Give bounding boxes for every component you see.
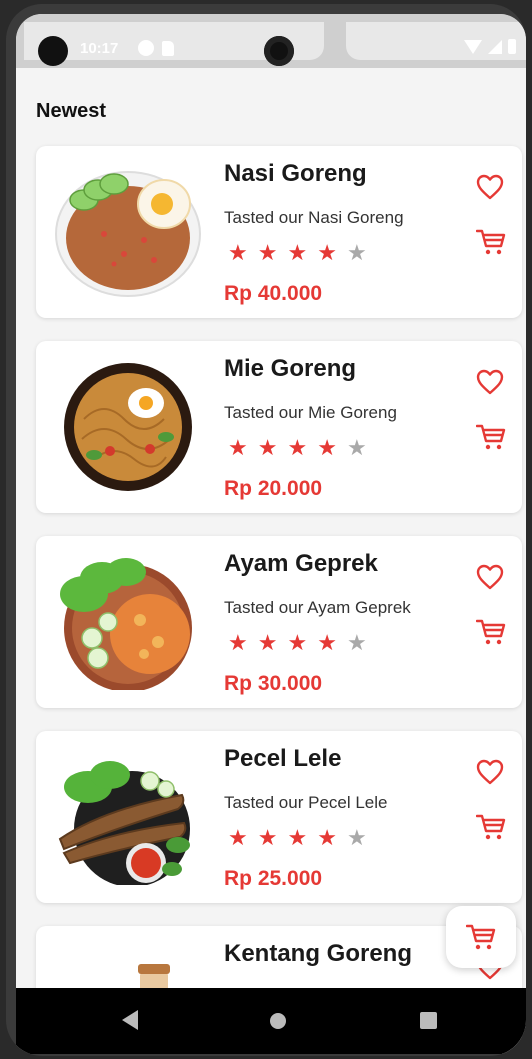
recents-button[interactable] [420, 1012, 437, 1029]
signal-icon [488, 39, 502, 54]
food-name: Kentang Goreng [224, 940, 413, 967]
heart-outline-icon [476, 174, 504, 200]
star-icon: ★ [228, 825, 248, 850]
food-image [55, 171, 201, 297]
heart-outline-icon [476, 564, 504, 590]
favorite-button[interactable] [476, 759, 504, 785]
wifi-icon [464, 39, 482, 54]
shopping-cart-icon [475, 229, 506, 255]
food-price: Rp 25.000 [224, 867, 323, 890]
phone-frame: 10:17 Newest Nasi Goreng Tasted our Nasi … [6, 4, 526, 1056]
favorite-button[interactable] [476, 174, 504, 200]
back-button[interactable] [120, 1008, 140, 1032]
shopping-cart-icon [466, 924, 496, 950]
food-name: Ayam Geprek [224, 550, 378, 577]
camera-cutout-left [38, 36, 68, 66]
food-card[interactable]: Nasi Goreng Tasted our Nasi Goreng ★ ★ ★ ★ ★ Rp… [36, 146, 522, 318]
cart-fab-button[interactable] [446, 906, 516, 968]
notification-icon [138, 40, 154, 56]
battery-icon [508, 39, 516, 54]
food-card[interactable]: Mie Goreng Tasted our Mie Goreng ★ ★ ★ ★ ★ Rp 2… [36, 341, 522, 513]
star-icon: ★ [317, 630, 337, 655]
app-screen: 10:17 Newest Nasi Goreng Tasted our Nasi … [16, 14, 526, 1054]
front-camera [264, 36, 294, 66]
star-icon: ★ [257, 240, 278, 265]
food-description: Tasted our Mie Goreng [224, 403, 397, 422]
rating-stars: ★ ★ ★ ★ ★ [228, 632, 367, 654]
food-name: Nasi Goreng [224, 160, 367, 187]
add-to-cart-button[interactable] [475, 228, 506, 256]
star-icon: ★ [317, 435, 337, 460]
food-description: Tasted our Nasi Goreng [224, 208, 404, 227]
system-navigation-bar [16, 988, 526, 1054]
star-icon: ★ [287, 825, 308, 850]
food-image [64, 363, 192, 491]
shopping-cart-icon [475, 424, 506, 450]
food-price: Rp 20.000 [224, 477, 323, 500]
food-name: Mie Goreng [224, 355, 357, 382]
shopping-cart-icon [475, 814, 506, 840]
home-button[interactable] [270, 1013, 286, 1029]
status-time: 10:17 [80, 40, 119, 57]
heart-outline-icon [476, 759, 504, 785]
star-icon: ★ [257, 630, 278, 655]
sd-card-icon [162, 41, 174, 56]
star-icon: ★ [346, 240, 367, 265]
status-bar: 10:17 [16, 14, 526, 68]
food-name: Pecel Lele [224, 745, 342, 772]
shopping-cart-icon [475, 619, 506, 645]
food-card[interactable]: Ayam Geprek Tasted our Ayam Geprek ★ ★ ★ ★ ★ Rp… [36, 536, 522, 708]
star-icon: ★ [346, 825, 367, 850]
favorite-button[interactable] [476, 369, 504, 395]
food-description: Tasted our Ayam Geprek [224, 598, 411, 617]
section-title: Newest [36, 100, 107, 122]
food-image [60, 558, 192, 690]
star-icon: ★ [287, 435, 308, 460]
food-price: Rp 40.000 [224, 282, 323, 305]
star-icon: ★ [228, 435, 248, 460]
add-to-cart-button[interactable] [475, 423, 506, 451]
add-to-cart-button[interactable] [475, 813, 506, 841]
star-icon: ★ [257, 435, 278, 460]
rating-stars: ★ ★ ★ ★ ★ [228, 242, 367, 264]
food-image [58, 761, 190, 885]
food-description: Tasted our Pecel Lele [224, 793, 388, 812]
rating-stars: ★ ★ ★ ★ ★ [228, 437, 367, 459]
star-icon: ★ [346, 435, 367, 460]
add-to-cart-button[interactable] [475, 618, 506, 646]
star-icon: ★ [346, 630, 367, 655]
star-icon: ★ [317, 825, 337, 850]
food-card[interactable]: Pecel Lele Tasted our Pecel Lele ★ ★ ★ ★ ★ Rp 2… [36, 731, 522, 903]
heart-outline-icon [476, 369, 504, 395]
star-icon: ★ [228, 630, 248, 655]
star-icon: ★ [257, 825, 278, 850]
star-icon: ★ [287, 630, 308, 655]
star-icon: ★ [287, 240, 308, 265]
food-price: Rp 30.000 [224, 672, 323, 695]
system-indicators [464, 39, 516, 54]
star-icon: ★ [317, 240, 337, 265]
rating-stars: ★ ★ ★ ★ ★ [228, 827, 367, 849]
favorite-button[interactable] [476, 564, 504, 590]
star-icon: ★ [228, 240, 248, 265]
